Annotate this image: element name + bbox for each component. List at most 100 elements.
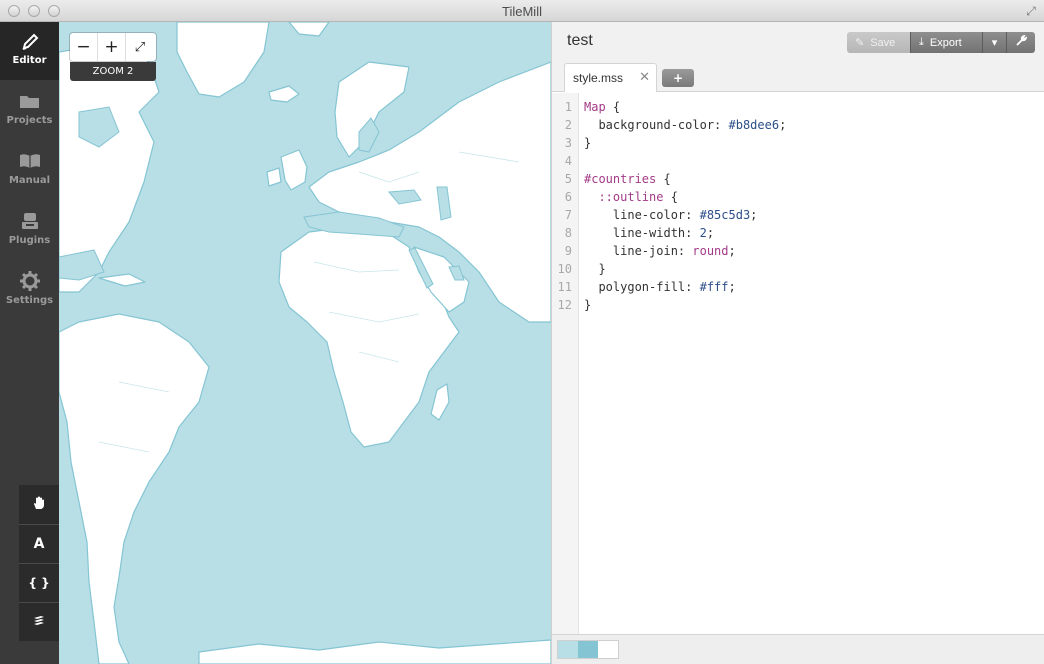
fullscreen-map-button[interactable]: ⤢ [126,33,154,61]
code-text: Map { [584,100,621,114]
font-icon: A [33,536,45,552]
gear-icon [18,270,42,292]
sidebar-item-label: Editor [12,55,47,66]
sidebar-item-label: Plugins [8,235,51,246]
download-icon: ⤓ [919,36,924,48]
sidebar-item-label: Manual [8,175,51,186]
sidebar-item-label: Projects [6,115,53,126]
world-map [59,22,551,664]
color-swatch[interactable] [578,641,598,658]
code-line: 4 [552,152,1044,170]
save-label: Save [870,36,896,49]
line-number: 3 [564,136,572,150]
zoom-out-button[interactable]: − [70,33,98,61]
title-bar: TileMill ⤢ [0,0,1044,22]
editor-panel: test ✎ Save ⤓ Export ▾ style.mss ✕ + 1 M… [551,22,1044,664]
editor-footer [552,634,1044,664]
zoom-level-label: ZOOM 2 [70,62,156,81]
antarctica-shape [198,639,551,664]
code-line: 1 Map { [552,98,1044,116]
sidebar-item-projects[interactable]: Projects [0,82,59,140]
code-editor[interactable]: 1 Map { 2 background-color: #b8dee6; 3} 4 5 #c… [552,93,1044,634]
code-text: ::outline { [598,190,678,204]
book-icon [18,150,42,172]
close-tab-icon[interactable]: ✕ [639,69,650,85]
code-text: line-width: 2; [584,226,715,240]
braces-icon: { } [28,576,50,590]
project-title: test [567,32,593,49]
pencil-icon: ✎ [855,37,865,49]
color-swatch[interactable] [598,641,618,658]
code-text: line-color: #85c5d3; [584,208,758,222]
line-number: 2 [564,118,572,132]
code-line: 11 polygon-fill: #fff; [552,278,1044,296]
wrench-icon [1015,34,1028,50]
line-number: 1 [564,100,572,114]
export-label: Export [929,36,962,49]
greenland-shape [176,22,270,98]
code-line: 6 ::outline { [552,188,1044,206]
code-line: 2 background-color: #b8dee6; [552,116,1044,134]
line-number: 6 [564,190,572,204]
pencil-icon [18,30,42,52]
editor-header: test ✎ Save ⤓ Export ▾ style.mss ✕ + [552,22,1044,92]
code-line: 8 line-width: 2; [552,224,1044,242]
code-text: polygon-fill: #fff; [584,280,736,294]
ireland-shape [266,167,282,187]
south-america-shape [59,313,210,664]
zoom-in-button[interactable]: + [98,33,126,61]
folder-icon [18,90,42,112]
code-text: #countries { [584,172,671,186]
export-button[interactable]: ⤓ Export [911,32,983,53]
tab-label: style.mss [573,71,624,85]
line-number: 9 [564,244,572,258]
tilemill-window: TileMill ⤢ Editor Projects Manual Plugin… [0,0,1044,664]
british-isles-shape [280,149,308,191]
line-number: 5 [564,172,572,186]
code-line: 7 line-color: #85c5d3; [552,206,1044,224]
color-swatch[interactable] [558,641,578,658]
sidebar-item-manual[interactable]: Manual [0,142,59,200]
carto-tool-button[interactable]: { } [19,563,59,602]
tab-style-mss[interactable]: style.mss ✕ [564,63,657,92]
fullscreen-icon[interactable]: ⤢ [1024,4,1038,18]
save-button[interactable]: ✎ Save [847,32,911,53]
sidebar: Editor Projects Manual Plugins Settings [0,22,59,664]
color-palette [557,640,619,659]
sidebar-item-settings[interactable]: Settings [0,262,59,320]
font-tool-button[interactable]: A [19,524,59,563]
map-tool-stack: A { } [19,485,59,641]
code-text: } [584,136,592,150]
project-settings-button[interactable] [1007,32,1035,53]
iceland-shape [268,85,300,103]
layers-tool-button[interactable] [19,602,59,641]
map-view[interactable]: − + ⤢ ZOOM 2 [59,22,551,664]
sidebar-item-editor[interactable]: Editor [0,22,59,80]
madagascar-shape [430,383,450,421]
line-number: 12 [557,298,572,312]
export-dropdown-button[interactable]: ▾ [983,32,1007,53]
chevron-down-icon: ▾ [991,37,998,49]
layers-icon [32,613,46,631]
line-number: 8 [564,226,572,240]
code-line: 10 } [552,260,1044,278]
pan-tool-button[interactable] [19,485,59,524]
line-number: 7 [564,208,572,222]
code-line: 12} [552,296,1044,314]
plugin-icon [18,210,42,232]
code-text: line-join: round; [584,244,736,258]
sidebar-item-plugins[interactable]: Plugins [0,202,59,260]
window-title: TileMill [502,4,542,19]
code-text: } [584,262,606,276]
expand-icon: ⤢ [134,39,146,55]
add-stylesheet-button[interactable]: + [662,69,694,87]
line-number: 4 [564,154,572,168]
arctic-islands-shape [288,22,330,37]
hand-icon [32,496,46,514]
code-text: } [584,298,592,312]
zoom-control: − + ⤢ [70,33,156,61]
code-line: 9 line-join: round; [552,242,1044,260]
editor-actions: ✎ Save ⤓ Export ▾ [847,32,1035,53]
caribbean-shape [98,273,146,287]
line-number: 11 [557,280,572,294]
